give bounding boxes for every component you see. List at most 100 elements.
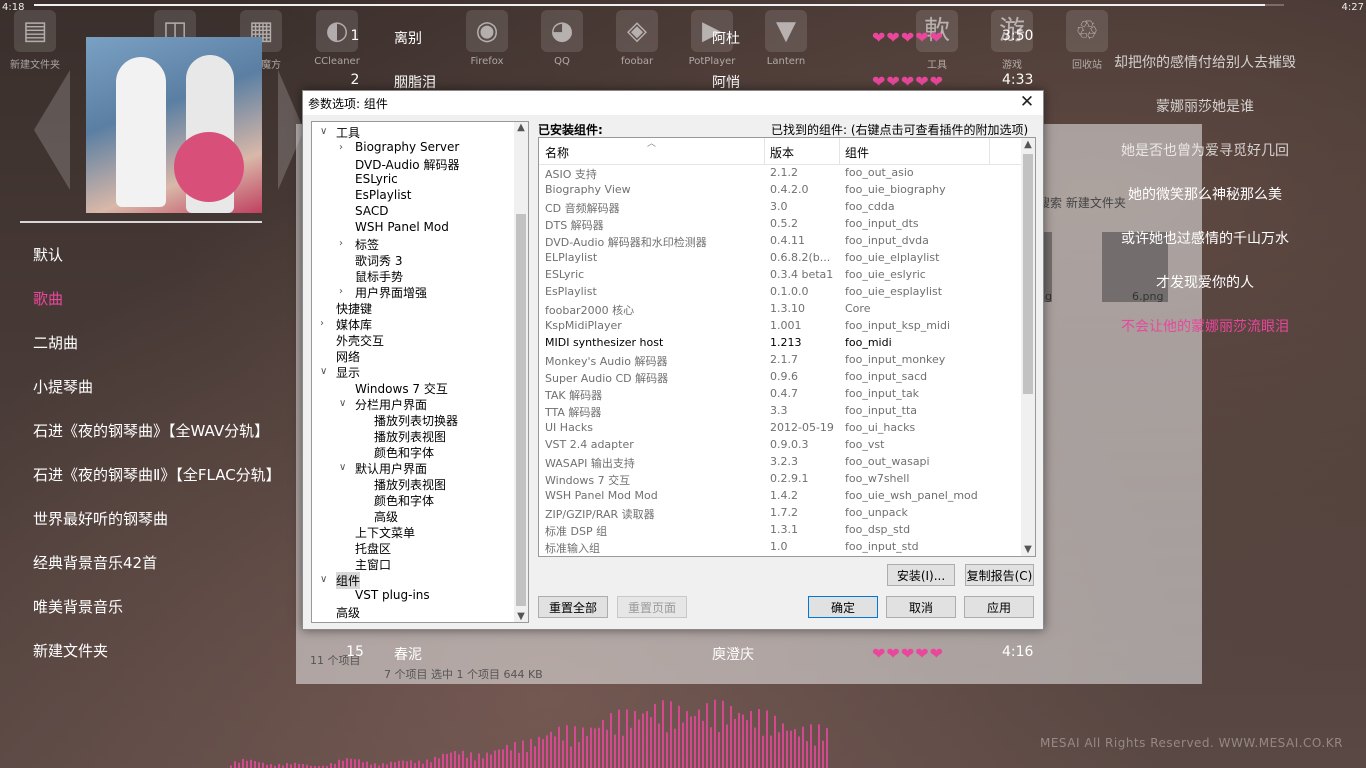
tree-node[interactable]: Biography Server	[355, 140, 459, 154]
previous-arrow-icon[interactable]	[34, 70, 70, 190]
track-row[interactable]: 15 春泥 庾澄庆 ❤❤❤❤❤ 4:16	[340, 644, 1040, 674]
cancel-button[interactable]: 取消	[886, 596, 956, 618]
next-arrow-icon[interactable]	[278, 70, 304, 190]
close-icon[interactable]: ✕	[1017, 92, 1037, 112]
tree-node[interactable]: SACD	[355, 204, 388, 218]
rating-hearts-icon[interactable]: ❤❤❤❤❤	[872, 72, 944, 91]
component-row[interactable]: ESLyric 0.3.4 beta1 foo_uie_eslyric	[539, 267, 1021, 284]
component-row[interactable]: KspMidiPlayer 1.001 foo_input_ksp_midi	[539, 318, 1021, 335]
playlist-item[interactable]: 默认	[33, 244, 281, 288]
tree-node[interactable]: 高级	[374, 508, 398, 525]
rating-hearts-icon[interactable]: ❤❤❤❤❤	[872, 644, 944, 663]
chevron-right-icon[interactable]: ›	[339, 238, 343, 249]
rating-hearts-icon[interactable]: ❤❤❤❤❤	[872, 28, 944, 47]
playlist-item[interactable]: 石进《夜的钢琴曲》【全WAV分轨】	[33, 420, 281, 464]
chevron-down-icon[interactable]: ∨	[339, 398, 346, 409]
chevron-right-icon[interactable]: ›	[339, 142, 343, 153]
tree-node[interactable]: WSH Panel Mod	[355, 220, 449, 234]
tree-scroll-thumb[interactable]	[516, 214, 526, 606]
seek-bar[interactable]	[34, 4, 1284, 6]
tree-node[interactable]: 鼠标手势	[355, 268, 403, 285]
component-row[interactable]: UI Hacks 2012-05-19 foo_ui_hacks	[539, 420, 1021, 437]
playlist-item[interactable]: 唯美背景音乐	[33, 596, 281, 640]
component-row[interactable]: Biography View 0.4.2.0 foo_uie_biography	[539, 182, 1021, 199]
tree-node[interactable]: 媒体库	[336, 316, 372, 333]
playlist-item[interactable]: 二胡曲	[33, 332, 281, 376]
component-row[interactable]: ASIO 支持 2.1.2 foo_out_asio	[539, 165, 1021, 182]
playlist-item[interactable]: 新建文件夹	[33, 640, 281, 684]
component-row[interactable]: DTS 解码器 0.5.2 foo_input_dts	[539, 216, 1021, 233]
tree-node[interactable]: DVD-Audio 解码器	[355, 156, 459, 173]
chevron-down-icon[interactable]: ∨	[320, 126, 327, 137]
tree-node[interactable]: 播放列表视图	[374, 428, 446, 445]
tree-node[interactable]: 默认用户界面	[355, 460, 427, 477]
copy-report-button[interactable]: 复制报告(C)	[965, 564, 1034, 586]
tree-node[interactable]: 分栏用户界面	[355, 396, 427, 413]
tree-node[interactable]: 颜色和字体	[374, 444, 434, 461]
scroll-up-icon[interactable]: ▲	[515, 122, 527, 133]
playlist-item[interactable]: 小提琴曲	[33, 376, 281, 420]
playlist-item[interactable]: 经典背景音乐42首	[33, 552, 281, 596]
scroll-up-icon[interactable]: ▲	[1022, 139, 1034, 150]
tree-node[interactable]: ESLyric	[355, 172, 398, 186]
track-row[interactable]: 1 离别 阿杜 ❤❤❤❤❤ 3:50	[340, 28, 1040, 58]
playlist-item[interactable]: 歌曲	[33, 288, 281, 332]
dialog-title-bar[interactable]: 参数选项: 组件 ✕	[303, 91, 1043, 115]
component-row[interactable]: foobar2000 核心 1.3.10 Core	[539, 301, 1021, 318]
reset-page-button[interactable]: 重置页面	[617, 596, 687, 618]
component-row[interactable]: 标准输入组 1.0 foo_input_std	[539, 539, 1021, 556]
component-row[interactable]: Super Audio CD 解码器 0.9.6 foo_input_sacd	[539, 369, 1021, 386]
component-row[interactable]: MIDI synthesizer host 1.213 foo_midi	[539, 335, 1021, 352]
playlist-item[interactable]: 世界最好听的钢琴曲	[33, 508, 281, 552]
chevron-down-icon[interactable]: ∨	[320, 574, 327, 585]
component-row[interactable]: ELPlaylist 0.6.8.2(b... foo_uie_elplaylist	[539, 250, 1021, 267]
tree-node[interactable]: 高级	[336, 604, 360, 621]
tree-scrollbar[interactable]: ▲ ▼	[514, 122, 528, 622]
playlist-item[interactable]: 石进《夜的钢琴曲Ⅱ》【全FLAC分轨】	[33, 464, 281, 508]
component-row[interactable]: WASAPI 输出支持 3.2.3 foo_out_wasapi	[539, 454, 1021, 471]
tree-node[interactable]: 外壳交互	[336, 332, 384, 349]
tree-node[interactable]: 歌词秀 3	[355, 252, 402, 269]
apply-button[interactable]: 应用	[964, 596, 1034, 618]
component-row[interactable]: 标准 DSP 组 1.3.1 foo_dsp_std	[539, 522, 1021, 539]
chevron-down-icon[interactable]: ∨	[320, 366, 327, 377]
reset-all-button[interactable]: 重置全部	[538, 596, 608, 618]
tree-node[interactable]: 网络	[336, 348, 360, 365]
desktop-icon[interactable]: ▤ 新建文件夹	[0, 10, 70, 71]
tree-node[interactable]: 快捷键	[336, 300, 372, 317]
component-row[interactable]: CD 音频解码器 3.0 foo_cdda	[539, 199, 1021, 216]
chevron-right-icon[interactable]: ›	[320, 318, 324, 329]
scroll-down-icon[interactable]: ▼	[515, 611, 527, 622]
tree-node[interactable]: 播放列表切换器	[374, 412, 458, 429]
component-row[interactable]: VST 2.4 adapter 0.9.0.3 foo_vst	[539, 437, 1021, 454]
component-row[interactable]: TTA 解码器 3.3 foo_input_tta	[539, 403, 1021, 420]
component-row[interactable]: Windows 7 交互 0.2.9.1 foo_w7shell	[539, 471, 1021, 488]
component-row[interactable]: DVD-Audio 解码器和水印检测器 0.4.11 foo_input_dvda	[539, 233, 1021, 250]
tree-node[interactable]: 托盘区	[355, 540, 391, 557]
tree-node[interactable]: 播放列表视图	[374, 476, 446, 493]
column-version[interactable]: 版本	[770, 144, 794, 161]
component-row[interactable]: TAK 解码器 0.4.7 foo_input_tak	[539, 386, 1021, 403]
tree-node[interactable]: EsPlaylist	[355, 188, 411, 202]
tree-node[interactable]: Windows 7 交互	[355, 380, 448, 397]
tree-node[interactable]: 上下文菜单	[355, 524, 415, 541]
chevron-right-icon[interactable]: ›	[339, 286, 343, 297]
component-row[interactable]: Monkey's Audio 解码器 2.1.7 foo_input_monkey	[539, 352, 1021, 369]
tree-node[interactable]: 主窗口	[355, 556, 391, 573]
ok-button[interactable]: 确定	[808, 596, 878, 618]
component-row[interactable]: ZIP/GZIP/RAR 读取器 1.7.2 foo_unpack	[539, 505, 1021, 522]
list-scroll-thumb[interactable]	[1023, 154, 1033, 394]
tree-node[interactable]: 标签	[355, 236, 379, 253]
tree-node[interactable]: 显示	[336, 364, 360, 381]
list-scrollbar[interactable]: ▲ ▼	[1021, 138, 1035, 556]
scroll-down-icon[interactable]: ▼	[1022, 544, 1034, 555]
column-component[interactable]: 组件	[845, 144, 869, 161]
tree-node[interactable]: VST plug-ins	[355, 588, 430, 602]
tree-node[interactable]: 工具	[336, 124, 360, 141]
install-button[interactable]: 安装(I)...	[887, 564, 955, 586]
component-row[interactable]: EsPlaylist 0.1.0.0 foo_uie_esplaylist	[539, 284, 1021, 301]
chevron-down-icon[interactable]: ∨	[339, 462, 346, 473]
component-row[interactable]: WSH Panel Mod Mod 1.4.2 foo_uie_wsh_panel_…	[539, 488, 1021, 505]
column-name[interactable]: 名称	[545, 144, 569, 161]
tree-node[interactable]: 颜色和字体	[374, 492, 434, 509]
